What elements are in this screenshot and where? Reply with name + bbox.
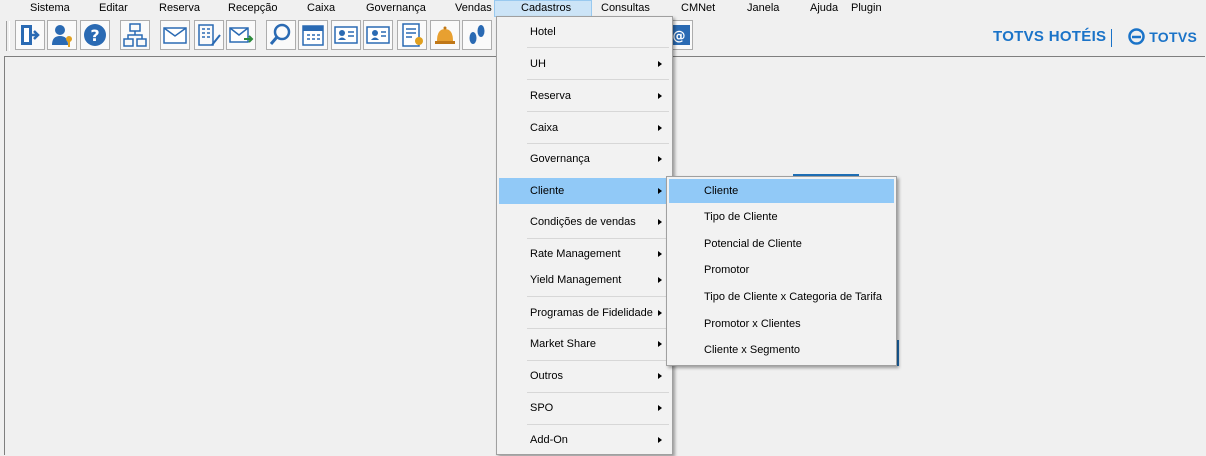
submenu-arrow-icon [658, 219, 662, 225]
building-icon [198, 24, 221, 46]
help-button[interactable]: ? [80, 20, 110, 50]
search-icon [269, 23, 291, 45]
svg-text:@: @ [673, 29, 686, 44]
menu-item-spo[interactable]: SPO [499, 401, 670, 417]
submenu-arrow-icon [658, 341, 662, 347]
building-button[interactable] [194, 20, 224, 50]
org-chart-button[interactable] [120, 20, 150, 50]
totvs-logo-icon [1128, 28, 1145, 45]
cliente-submenu: Cliente Tipo de Cliente Potencial de Cli… [666, 176, 897, 366]
menu-cadastros[interactable]: Cadastros [494, 0, 592, 17]
menu-recepcao[interactable]: Recepção [228, 0, 278, 17]
bell-button[interactable] [430, 20, 460, 50]
menu-editar[interactable]: Editar [99, 0, 128, 17]
submenu-arrow-icon [658, 125, 662, 131]
menu-item-market-share[interactable]: Market Share [499, 337, 670, 353]
footprints-button[interactable] [462, 20, 492, 50]
id-card-2-icon [366, 26, 390, 44]
submenu-item-cliente-x-segmento[interactable]: Cliente x Segmento [669, 343, 894, 359]
mail-icon [163, 27, 187, 44]
menu-item-yield-management[interactable]: Yield Management [499, 273, 670, 289]
guest-list-icon [402, 23, 423, 47]
submenu-item-potencial-de-cliente[interactable]: Potencial de Cliente [669, 237, 894, 253]
menu-item-reserva[interactable]: Reserva [499, 89, 670, 105]
org-chart-icon [123, 23, 147, 47]
id-card-icon [334, 26, 358, 44]
menu-item-uh[interactable]: UH [499, 57, 670, 73]
submenu-arrow-icon [658, 277, 662, 283]
user-key-icon [52, 25, 72, 47]
submenu-arrow-icon [658, 156, 662, 162]
submenu-arrow-icon [658, 61, 662, 67]
submenu-item-promotor-x-clientes[interactable]: Promotor x Clientes [669, 317, 894, 333]
menu-plugin[interactable]: Plugin [851, 0, 882, 17]
help-icon: ? [84, 24, 106, 46]
submenu-item-tipo-de-cliente[interactable]: Tipo de Cliente [669, 210, 894, 226]
submenu-arrow-icon [658, 188, 662, 194]
mail-forward-button[interactable] [226, 20, 256, 50]
exit-button[interactable] [15, 20, 45, 50]
submenu-arrow-icon [658, 251, 662, 257]
menu-item-condicoes-de-vendas[interactable]: Condições de vendas [499, 215, 670, 231]
menu-item-cliente[interactable]: Cliente [499, 178, 670, 204]
submenu-arrow-icon [658, 373, 662, 379]
submenu-item-promotor[interactable]: Promotor [669, 263, 894, 279]
company-logo-text: TOTVS [1149, 29, 1198, 45]
menu-vendas[interactable]: Vendas [455, 0, 492, 17]
menu-sistema[interactable]: Sistema [30, 0, 70, 17]
exit-icon [21, 25, 40, 45]
svg-text:?: ? [90, 26, 99, 45]
calendar-button[interactable] [298, 20, 328, 50]
toolbar-grip[interactable] [6, 21, 10, 51]
menu-cmnet[interactable]: CMNet [681, 0, 715, 17]
submenu-item-tipo-de-cliente-x-categoria[interactable]: Tipo de Cliente x Categoria de Tarifa [669, 290, 894, 306]
menu-item-programas-de-fidelidade[interactable]: Programas de Fidelidade [499, 306, 670, 322]
calendar-icon [302, 25, 324, 46]
mail-forward-icon [229, 27, 254, 43]
menu-item-add-on[interactable]: Add-On [499, 433, 670, 449]
product-logo: TOTVS HOTÉIS [993, 28, 1107, 45]
menu-item-hotel[interactable]: Hotel [499, 25, 670, 41]
menu-item-rate-management[interactable]: Rate Management [499, 247, 670, 263]
menu-item-governanca[interactable]: Governança [499, 152, 670, 168]
search-button[interactable] [266, 20, 296, 50]
mail-button[interactable] [160, 20, 190, 50]
submenu-arrow-icon [658, 405, 662, 411]
menu-governanca[interactable]: Governança [366, 0, 426, 17]
menu-item-outros[interactable]: Outros [499, 369, 670, 385]
menu-consultas[interactable]: Consultas [601, 0, 650, 17]
footprints-icon [469, 25, 485, 44]
menu-ajuda[interactable]: Ajuda [810, 0, 838, 17]
bell-icon [435, 26, 455, 44]
menu-item-caixa[interactable]: Caixa [499, 121, 670, 137]
submenu-arrow-icon [658, 310, 662, 316]
menu-bar: Sistema Editar Reserva Recepção Caixa Go… [0, 0, 1206, 17]
user-key-button[interactable] [47, 20, 77, 50]
menu-caixa[interactable]: Caixa [307, 0, 335, 17]
guest-list-button[interactable] [397, 20, 427, 50]
id-card-button[interactable] [331, 20, 361, 50]
menu-janela[interactable]: Janela [747, 0, 779, 17]
submenu-arrow-icon [658, 437, 662, 443]
submenu-item-cliente[interactable]: Cliente [669, 179, 894, 203]
cadastros-menu: Hotel UH Reserva Caixa Governança Client… [496, 16, 673, 455]
submenu-arrow-icon [658, 93, 662, 99]
id-card-2-button[interactable] [363, 20, 393, 50]
company-logo: TOTVS [1128, 27, 1197, 47]
brand-divider [1111, 29, 1112, 47]
menu-cadastros-label: Cadastros [521, 2, 572, 14]
menu-reserva[interactable]: Reserva [159, 0, 200, 17]
